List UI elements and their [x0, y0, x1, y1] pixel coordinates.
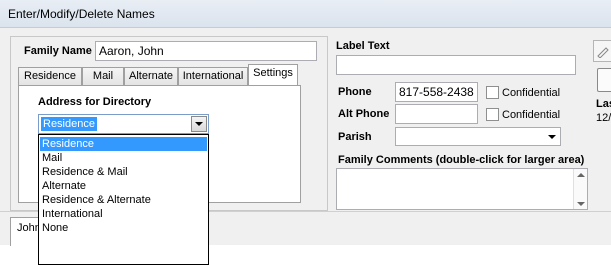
- tab-international[interactable]: International: [178, 67, 248, 85]
- family-comments-label: Family Comments (double-click for larger…: [338, 154, 585, 166]
- option-mail[interactable]: Mail: [40, 151, 207, 165]
- combo-dropdown-button[interactable]: [191, 116, 207, 132]
- directory-selected-value: Residence: [41, 117, 97, 131]
- phone-label: Phone: [338, 86, 372, 98]
- title-bar: Enter/Modify/Delete Names: [0, 0, 611, 28]
- label-text-input[interactable]: [336, 55, 576, 75]
- phone-input[interactable]: 817-558-2438: [395, 82, 478, 102]
- tab-residence[interactable]: Residence: [18, 67, 82, 85]
- clipped-button[interactable]: [597, 68, 611, 92]
- chevron-down-icon: [548, 135, 556, 139]
- parish-label: Parish: [338, 131, 372, 143]
- directory-options-list: Residence Mail Residence & Mail Alternat…: [38, 134, 209, 265]
- alt-phone-input[interactable]: [395, 104, 478, 124]
- family-comments-textarea[interactable]: [336, 168, 588, 210]
- tab-settings[interactable]: Settings: [248, 64, 298, 85]
- option-residence[interactable]: Residence: [40, 137, 207, 151]
- option-residence-mail[interactable]: Residence & Mail: [40, 165, 207, 179]
- last-label-clipped: Las: [596, 98, 611, 110]
- family-name-label: Family Name: [24, 45, 92, 57]
- comments-scrollbar[interactable]: [573, 169, 587, 209]
- directory-address-combo[interactable]: Residence: [38, 114, 209, 134]
- phone-confidential-label: Confidential: [502, 87, 561, 99]
- directory-heading: Address for Directory: [38, 96, 152, 108]
- alt-phone-confidential-checkbox[interactable]: [486, 108, 499, 121]
- last-date-clipped: 12/: [596, 112, 611, 124]
- window-client: Family Name Aaron, John Residence Mail A…: [0, 28, 611, 265]
- phone-confidential-checkbox[interactable]: [486, 86, 499, 99]
- scroll-down-icon[interactable]: [577, 202, 585, 206]
- label-text-label: Label Text: [336, 40, 390, 52]
- edit-icon: [597, 47, 609, 58]
- option-none[interactable]: None: [40, 221, 207, 235]
- tab-mail[interactable]: Mail: [82, 67, 124, 85]
- family-name-input[interactable]: Aaron, John: [95, 41, 317, 61]
- window-title: Enter/Modify/Delete Names: [8, 7, 155, 21]
- tab-alternate[interactable]: Alternate: [124, 67, 178, 85]
- option-residence-alternate[interactable]: Residence & Alternate: [40, 193, 207, 207]
- alt-phone-confidential-label: Confidential: [502, 109, 561, 121]
- parish-select[interactable]: [395, 127, 561, 146]
- edit-button[interactable]: [593, 40, 611, 62]
- option-alternate[interactable]: Alternate: [40, 179, 207, 193]
- chevron-down-icon: [195, 122, 203, 126]
- alt-phone-label: Alt Phone: [338, 108, 390, 120]
- scroll-up-icon[interactable]: [577, 173, 585, 177]
- option-international[interactable]: International: [40, 207, 207, 221]
